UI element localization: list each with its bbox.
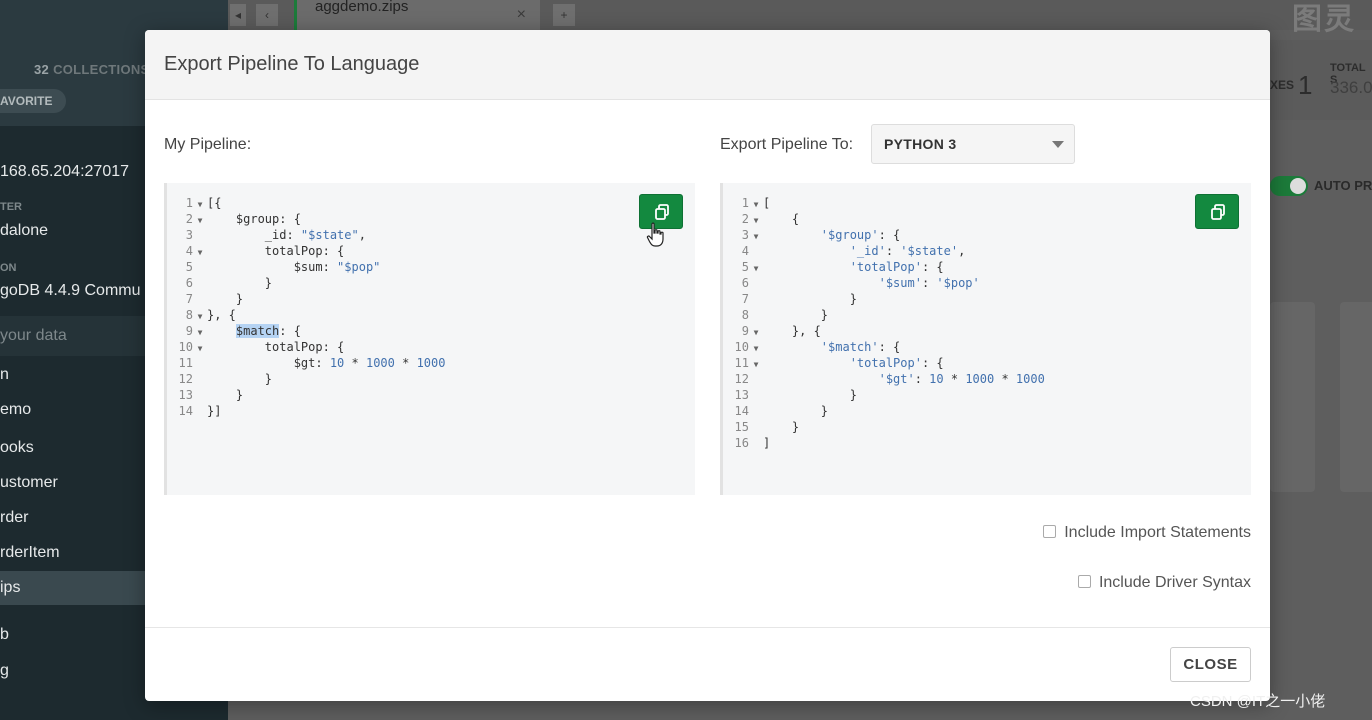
code-line: 10 ▼ '$match': { — [734, 340, 901, 354]
tab-aggdemo-zips[interactable]: aggdemo.zips × — [294, 0, 540, 30]
include-driver-syntax-label: Include Driver Syntax — [1098, 574, 1251, 591]
include-import-statements-label: Include Import Statements — [1064, 524, 1251, 541]
code-line: 12 '$gt': 10 * 1000 * 1000 — [734, 372, 1045, 386]
add-tab-icon[interactable]: + — [553, 4, 575, 26]
sidebar-database-item[interactable]: ustomer — [0, 474, 58, 492]
language-select[interactable]: PYTHON 3 — [871, 124, 1075, 164]
sidebar-database-item[interactable]: ooks — [0, 439, 34, 457]
code-line: 13 } — [178, 388, 244, 402]
code-line: 10 ▼ totalPop: { — [178, 340, 345, 354]
sidebar-database-item[interactable]: rder — [0, 509, 28, 527]
auto-preview-label: AUTO PR — [1314, 178, 1372, 193]
include-import-statements-checkbox[interactable]: Include Import Statements — [1043, 524, 1251, 542]
copy-icon — [655, 204, 669, 220]
code-line: 14}] — [178, 404, 222, 418]
code-line: 2 ▼ { — [741, 212, 800, 226]
sidebar-database-item[interactable]: b — [0, 626, 9, 644]
cluster-value: dalone — [0, 222, 49, 239]
code-line: 9 ▼ }, { — [741, 324, 821, 338]
tab-prev-icon[interactable]: ‹ — [256, 4, 278, 26]
code-line: 8 ▼}, { — [185, 308, 236, 322]
exported-code[interactable]: 1 ▼[ 2 ▼ { 3 ▼ '$group': { 4 '_id': '$state… — [723, 195, 1045, 451]
close-button[interactable]: CLOSE — [1170, 647, 1251, 682]
code-line: 5 ▼ 'totalPop': { — [741, 260, 944, 274]
tab-namespace: aggdemo.zips — [315, 0, 409, 15]
code-line: 4 '_id': '$state', — [741, 244, 966, 258]
language-selected-value: PYTHON 3 — [884, 136, 957, 152]
code-line: 12 } — [178, 372, 273, 386]
code-line: 15 } — [734, 420, 800, 434]
chevron-down-icon — [1052, 141, 1064, 148]
code-line: 8 } — [741, 308, 829, 322]
indexes-value: 1 — [1298, 70, 1313, 100]
code-line: 3 _id: "$state", — [185, 228, 366, 242]
code-line: 9 ▼ $match: { — [185, 324, 301, 338]
tab-scroll-left-icon[interactable]: ◂ — [230, 4, 246, 26]
export-to-label: Export Pipeline To: — [720, 136, 854, 153]
sidebar-database-item[interactable]: g — [0, 662, 9, 680]
code-line: 4 ▼ totalPop: { — [185, 244, 345, 258]
close-tab-icon[interactable]: × — [517, 6, 526, 24]
code-line: 6 '$sum': '$pop' — [741, 276, 980, 290]
pipeline-code[interactable]: 1 ▼[{ 2 ▼ $group: { 3 _id: "$state", 4 ▼ to… — [167, 195, 446, 419]
code-line: 1 ▼[ — [741, 196, 771, 210]
tab-bar: ◂ ‹ aggdemo.zips × + — [228, 0, 1372, 30]
stage-card — [1270, 302, 1315, 492]
code-line: 1 ▼[{ — [185, 196, 222, 210]
code-line: 6 } — [185, 276, 273, 290]
stage-card — [1340, 302, 1372, 492]
sidebar-database-item[interactable]: emo — [0, 401, 31, 419]
pipeline-input-editor[interactable]: 1 ▼[{ 2 ▼ $group: { 3 _id: "$state", 4 ▼ to… — [164, 183, 695, 495]
copy-exported-code-button[interactable] — [1195, 194, 1239, 229]
export-pipeline-modal: Export Pipeline To Language My Pipeline:… — [145, 30, 1270, 701]
edition-label: ON — [0, 262, 17, 274]
exported-code-editor[interactable]: 1 ▼[ 2 ▼ { 3 ▼ '$group': { 4 '_id': '$state… — [720, 183, 1251, 495]
modal-title: Export Pipeline To Language — [164, 53, 420, 75]
modal-header: Export Pipeline To Language — [145, 30, 1270, 100]
code-line: 11 $gt: 10 * 1000 * 1000 — [178, 356, 446, 370]
code-line: 2 ▼ $group: { — [185, 212, 301, 226]
cluster-label: TER — [0, 201, 22, 213]
collection-count: 32 COLLECTIONS — [34, 62, 150, 77]
collection-stats: XES 1 TOTAL S 336.0 — [1270, 40, 1372, 120]
modal-footer-divider — [145, 627, 1270, 628]
favorite-button[interactable]: AVORITE — [0, 89, 66, 113]
hand-cursor-icon — [646, 222, 664, 247]
total-size-value: 336.0 — [1330, 78, 1372, 97]
include-driver-syntax-checkbox[interactable]: Include Driver Syntax — [1077, 574, 1251, 592]
host-address: 168.65.204:27017 — [0, 163, 130, 180]
checkbox-box[interactable] — [1043, 525, 1057, 538]
code-line: 3 ▼ '$group': { — [741, 228, 901, 242]
my-pipeline-label: My Pipeline: — [164, 136, 252, 153]
code-line: 5 $sum: "$pop" — [185, 260, 381, 274]
edition-value: goDB 4.4.9 Commu — [0, 282, 141, 299]
copy-icon — [1211, 204, 1225, 220]
checkbox-box[interactable] — [1077, 575, 1091, 588]
code-line: 16] — [734, 436, 771, 450]
indexes-label: XES — [1270, 78, 1295, 92]
code-line: 13 } — [734, 388, 857, 402]
code-line: 14 } — [734, 404, 829, 418]
code-line: 11 ▼ 'totalPop': { — [734, 356, 944, 370]
toggle-switch[interactable] — [1270, 176, 1308, 196]
sidebar-database-item[interactable]: rderItem — [0, 544, 60, 562]
code-line: 7 } — [741, 292, 857, 306]
code-line: 7 } — [185, 292, 244, 306]
sidebar-database-item[interactable]: n — [0, 366, 9, 384]
brand-watermark: 图灵 — [1292, 3, 1356, 36]
csdn-watermark: CSDN @IT之一小佬 — [1190, 693, 1326, 710]
